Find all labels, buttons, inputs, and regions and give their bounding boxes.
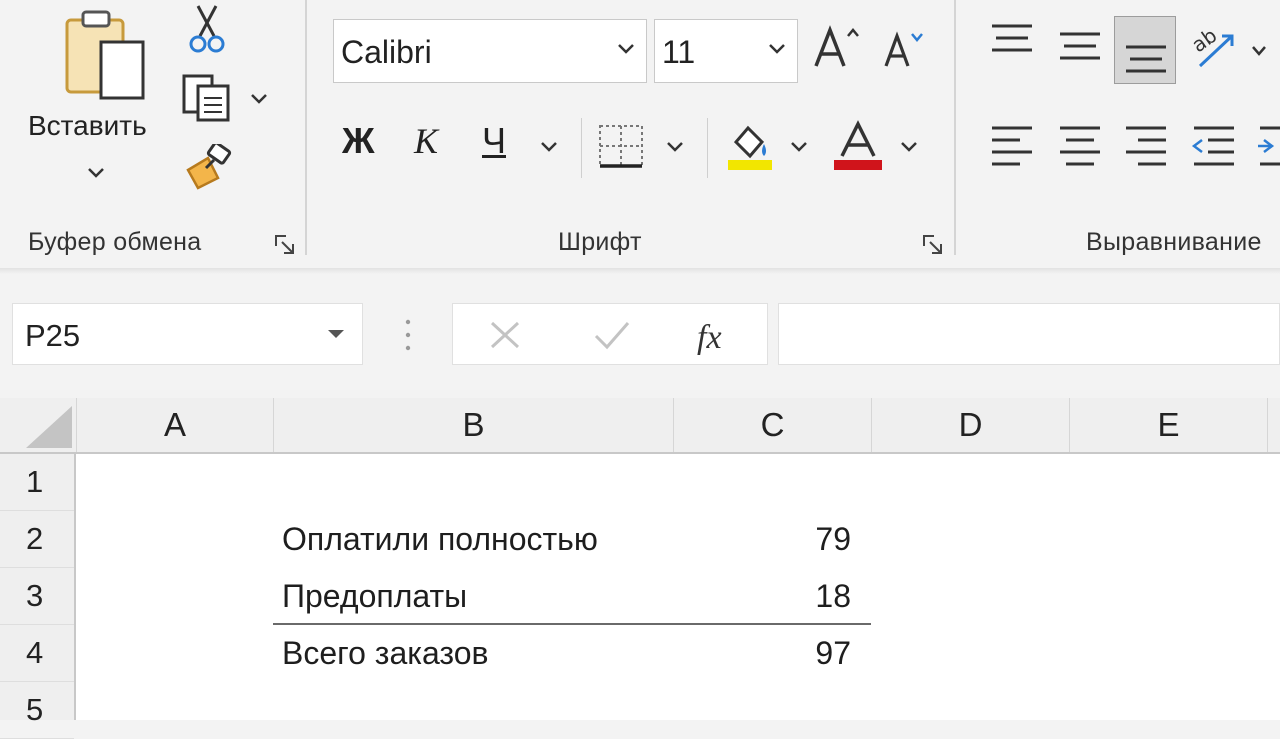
name-box-value: P25 [25,318,81,353]
cell-b3[interactable]: Предоплаты [282,578,467,615]
column-header-e[interactable]: E [1070,398,1268,452]
font-name-combo[interactable]: Calibri [333,19,647,83]
row-header-1[interactable]: 1 [0,454,74,511]
underline-dropdown-chevron-icon[interactable] [539,140,559,154]
fill-color-icon[interactable] [726,120,774,172]
row-header-4[interactable]: 4 [0,625,74,682]
total-row-top-border [273,623,871,625]
cell-c3[interactable]: 18 [771,578,851,615]
ribbon-shadow [0,268,1280,274]
column-headers: A B C D E [0,398,1280,454]
clipboard-group-label: Буфер обмена [28,228,202,256]
ribbon-mini-separator [707,118,708,178]
formula-buttons: fx [452,303,768,365]
orientation-dropdown-chevron-icon[interactable] [1250,44,1268,58]
cell-b4[interactable]: Всего заказов [282,635,489,672]
align-bottom-icon [1126,45,1166,73]
column-header-a[interactable]: A [76,398,274,452]
name-box-dropdown-icon[interactable] [326,328,346,340]
fill-color-dropdown-chevron-icon[interactable] [789,140,809,154]
paste-icon [65,10,145,100]
orientation-icon[interactable]: ab [1190,22,1240,72]
row-headers: 1 2 3 4 5 [0,454,76,739]
ribbon-mini-separator [581,118,582,178]
confirm-entry-icon[interactable] [593,320,631,350]
copy-icon[interactable] [180,72,234,124]
paste-label[interactable]: Вставить [28,110,147,142]
align-right-icon[interactable] [1124,124,1168,168]
paste-dropdown-chevron-icon[interactable] [86,166,106,180]
row-header-5[interactable]: 5 [0,682,74,739]
font-size-value: 11 [662,34,696,70]
align-center-icon[interactable] [1058,124,1102,168]
borders-icon[interactable] [598,124,644,168]
paste-button[interactable] [58,6,150,106]
underline-button[interactable]: Ч [482,120,506,162]
ribbon: Вставить Буфер обмена Calibri 11 Ж К Ч Ш… [0,0,1280,269]
group-separator [305,0,307,255]
italic-button[interactable]: К [414,120,438,162]
font-size-combo[interactable]: 11 [654,19,798,83]
formula-input[interactable] [778,303,1280,365]
font-size-chevron-icon[interactable] [767,42,787,56]
formula-bar-splitter-icon[interactable] [404,318,412,352]
svg-text:fx: fx [697,319,722,356]
group-separator [954,0,956,255]
increase-font-size-icon[interactable] [812,24,862,70]
name-box[interactable]: P25 [12,303,363,365]
cancel-entry-icon[interactable] [489,320,521,350]
cell-c4[interactable]: 97 [771,635,851,672]
cell-c2[interactable]: 79 [771,521,851,558]
borders-dropdown-chevron-icon[interactable] [665,140,685,154]
format-painter-icon[interactable] [184,144,234,192]
decrease-indent-icon[interactable] [1190,124,1236,168]
clipboard-dialog-launcher-icon[interactable] [274,234,296,256]
cut-icon[interactable] [188,4,226,54]
column-header-b[interactable]: B [274,398,674,452]
cell-b2[interactable]: Оплатили полностью [282,521,598,558]
font-color-dropdown-chevron-icon[interactable] [899,140,919,154]
decrease-font-size-icon[interactable] [882,28,928,70]
copy-dropdown-chevron-icon[interactable] [249,92,269,106]
row-header-2[interactable]: 2 [0,511,74,568]
align-left-icon[interactable] [990,124,1034,168]
insert-function-icon[interactable]: fx [693,312,739,358]
row-header-3[interactable]: 3 [0,568,74,625]
select-all-icon[interactable] [20,404,74,450]
column-header-c[interactable]: C [674,398,872,452]
increase-indent-icon[interactable] [1256,124,1280,168]
font-group-label: Шрифт [558,228,642,256]
font-dialog-launcher-icon[interactable] [922,234,944,256]
font-color-icon[interactable] [834,120,882,172]
bold-button[interactable]: Ж [342,120,375,162]
alignment-group-label: Выравнивание [1086,228,1262,256]
font-name-value: Calibri [341,34,432,70]
align-bottom-button[interactable] [1114,16,1176,84]
align-top-icon[interactable] [990,22,1034,62]
font-name-chevron-icon[interactable] [616,42,636,56]
align-middle-icon[interactable] [1058,26,1102,66]
column-header-d[interactable]: D [872,398,1070,452]
